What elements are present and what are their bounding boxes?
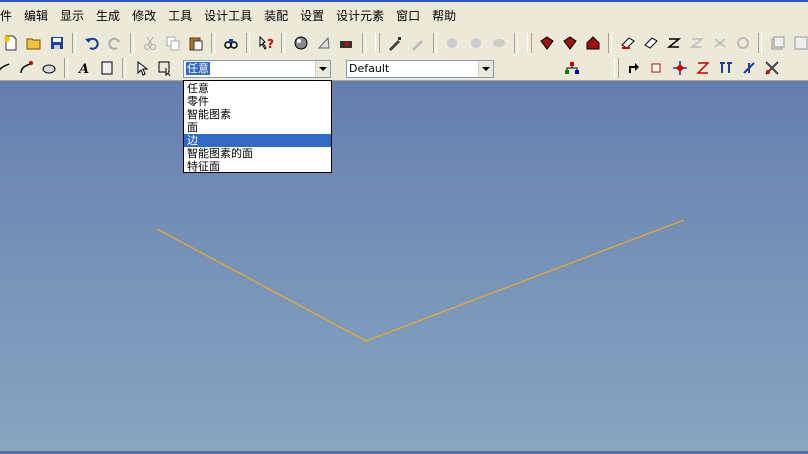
- menu-item[interactable]: 显示: [54, 2, 90, 30]
- align-icon[interactable]: [692, 58, 713, 79]
- selected-edge-line[interactable]: [156, 219, 685, 342]
- help-icon[interactable]: ?: [255, 33, 276, 54]
- menu-item[interactable]: 窗口: [390, 2, 426, 30]
- text-icon[interactable]: A: [73, 58, 94, 79]
- toolbar-separator: [281, 33, 285, 53]
- toolbar-separator: [433, 33, 437, 53]
- menu-item[interactable]: 装配: [258, 2, 294, 30]
- svg-text:A: A: [77, 62, 89, 76]
- toolbar-separator: [362, 33, 366, 53]
- redo-icon[interactable]: [104, 33, 125, 54]
- new-file-icon[interactable]: [0, 33, 21, 54]
- style-combo-value: Default: [349, 62, 390, 75]
- extrude-icon[interactable]: [536, 33, 557, 54]
- dropdown-option[interactable]: 特征面: [184, 160, 331, 173]
- window-icon[interactable]: [767, 33, 788, 54]
- selection-filter-dropdown: 任意 零件 智能图素面边智能图素的面 特征面: [183, 80, 332, 173]
- dropdown-option[interactable]: 智能图素的面: [184, 147, 331, 160]
- standard-toolbar: ?: [0, 30, 808, 57]
- light-icon[interactable]: [313, 33, 334, 54]
- dropdown-option[interactable]: 边: [184, 134, 331, 147]
- menu-item[interactable]: 编辑: [18, 2, 54, 30]
- open-folder-icon[interactable]: [23, 33, 44, 54]
- tile-icon[interactable]: [790, 33, 808, 54]
- toolbar-separator: [130, 33, 134, 53]
- curve-icon[interactable]: [15, 58, 36, 79]
- constraint-icon[interactable]: [738, 58, 759, 79]
- face-tool-icon[interactable]: [617, 33, 638, 54]
- pick-color-icon[interactable]: [384, 33, 405, 54]
- camera-icon[interactable]: [336, 33, 357, 54]
- design-viewport[interactable]: [0, 82, 808, 451]
- svg-text:?: ?: [267, 37, 274, 51]
- toolbar-separator: [72, 33, 76, 53]
- toolbar-separator: [122, 58, 126, 78]
- shape-one-icon[interactable]: [442, 33, 463, 54]
- pen-icon[interactable]: [407, 33, 428, 54]
- hierarchy-icon[interactable]: [561, 58, 582, 79]
- menu-bar: 件编辑 显示 生成 修改 工具 设计工具 装配 设置 设计元素 窗口 帮助: [0, 0, 808, 30]
- snap-icon[interactable]: [669, 58, 690, 79]
- mirror-icon[interactable]: [686, 33, 707, 54]
- render-icon[interactable]: [290, 33, 311, 54]
- undo-icon[interactable]: [81, 33, 102, 54]
- menu-item[interactable]: 设计元素: [330, 2, 390, 30]
- toolbar-grip[interactable]: [527, 33, 532, 53]
- toolbar-grip[interactable]: [375, 33, 380, 53]
- cut-icon[interactable]: [139, 33, 160, 54]
- viewport-canvas: [156, 219, 685, 342]
- menu-item[interactable]: 件: [0, 2, 18, 30]
- paste-icon[interactable]: [185, 33, 206, 54]
- array-icon[interactable]: [709, 33, 730, 54]
- shape-three-icon[interactable]: [488, 33, 509, 54]
- dropdown-option[interactable]: 任意: [184, 82, 331, 95]
- chevron-down-icon[interactable]: [478, 61, 493, 77]
- feature-tool-icon[interactable]: [663, 33, 684, 54]
- find-icon[interactable]: [220, 33, 241, 54]
- insert-icon[interactable]: [96, 58, 117, 79]
- menu-item[interactable]: 修改: [126, 2, 162, 30]
- toolbar-separator: [246, 33, 250, 53]
- menu-item[interactable]: 设计工具: [198, 2, 258, 30]
- tools-icon[interactable]: [761, 58, 782, 79]
- menu-item[interactable]: 设置: [294, 2, 330, 30]
- sketch-icon[interactable]: [0, 58, 13, 79]
- selection-filter-combo[interactable]: 任意: [183, 60, 331, 78]
- edge-tool-icon[interactable]: [640, 33, 661, 54]
- menu-item[interactable]: 生成: [90, 2, 126, 30]
- dropdown-option[interactable]: 零件: [184, 95, 331, 108]
- shape-two-icon[interactable]: [465, 33, 486, 54]
- revolve-icon[interactable]: [559, 33, 580, 54]
- toolbar-separator: [758, 33, 762, 53]
- box-select-icon[interactable]: [154, 58, 175, 79]
- rotate-icon[interactable]: [646, 58, 667, 79]
- sweep-icon[interactable]: [582, 33, 603, 54]
- copy-icon[interactable]: [162, 33, 183, 54]
- dropdown-option[interactable]: 面: [184, 121, 331, 134]
- menu-item[interactable]: 工具: [162, 2, 198, 30]
- toolbar-grip[interactable]: [614, 58, 619, 78]
- menu-item[interactable]: 帮助: [426, 2, 462, 30]
- toolbar-separator: [514, 33, 518, 53]
- save-icon[interactable]: [46, 33, 67, 54]
- dropdown-option[interactable]: 智能图素: [184, 108, 331, 121]
- move-icon[interactable]: [623, 58, 644, 79]
- scale-icon[interactable]: [732, 33, 753, 54]
- toolbar-separator: [608, 33, 612, 53]
- style-combo[interactable]: Default: [346, 60, 494, 78]
- toolbar-separator: [211, 33, 215, 53]
- selection-filter-value: 任意: [186, 62, 210, 75]
- chevron-down-icon[interactable]: [315, 61, 330, 77]
- toolbar-separator: [64, 58, 68, 78]
- select-arrow-icon[interactable]: [131, 58, 152, 79]
- surface-icon[interactable]: [38, 58, 59, 79]
- connect-icon[interactable]: [715, 58, 736, 79]
